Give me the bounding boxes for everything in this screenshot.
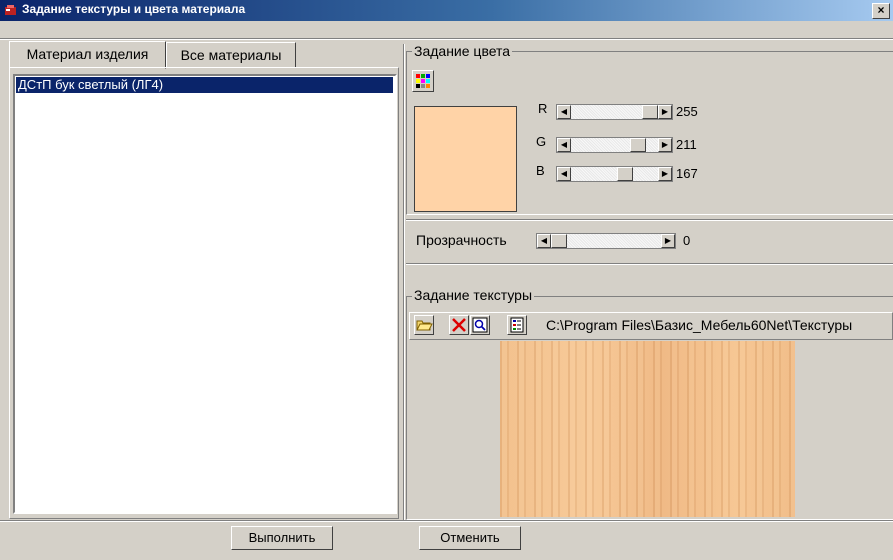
bottom-separator	[0, 520, 893, 522]
window-title: Задание текстуры и цвета материала	[22, 2, 246, 16]
channel-value-r: 255	[676, 104, 698, 119]
arrow-right-icon[interactable]: ▶	[658, 105, 672, 119]
preview-texture-button[interactable]	[470, 315, 490, 335]
slider-thumb[interactable]	[551, 234, 567, 248]
arrow-left-icon[interactable]: ◀	[557, 167, 571, 181]
tab-material-item[interactable]: Материал изделия	[9, 41, 166, 69]
tab-label: Все материалы	[180, 47, 282, 63]
arrow-left-icon[interactable]: ◀	[557, 138, 571, 152]
channel-label-b: B	[536, 163, 545, 178]
separator	[406, 263, 893, 265]
texture-path: C:\Program Files\Базис_Мебель60Net\Текст…	[546, 317, 853, 333]
cancel-button[interactable]: Отменить	[419, 526, 521, 550]
list-item[interactable]: ДСтП бук светлый (ЛГ4)	[16, 77, 393, 93]
arrow-left-icon[interactable]: ◀	[537, 234, 551, 248]
transparency-value: 0	[683, 233, 691, 248]
channel-value-g: 211	[676, 137, 697, 152]
transparency-slider[interactable]: ◀ ▶	[536, 233, 676, 249]
zoom-icon	[472, 317, 488, 333]
column-divider	[403, 44, 405, 520]
ok-button[interactable]: Выполнить	[231, 526, 333, 550]
open-texture-button[interactable]	[414, 315, 434, 335]
app-icon	[5, 5, 16, 15]
channel-slider-b[interactable]: ◀ ▶	[556, 166, 673, 182]
palette-icon	[416, 74, 430, 88]
texture-group-label: Задание текстуры	[412, 287, 535, 303]
slider-thumb[interactable]	[642, 105, 658, 119]
channel-value-b: 167	[676, 166, 698, 181]
close-icon: ×	[877, 3, 885, 17]
title-bar[interactable]: Задание текстуры и цвета материала ×	[0, 0, 893, 21]
tab-label: Материал изделия	[26, 46, 149, 62]
arrow-right-icon[interactable]: ▶	[661, 234, 675, 248]
arrow-left-icon[interactable]: ◀	[557, 105, 571, 119]
properties-icon	[510, 317, 524, 333]
tab-all-materials[interactable]: Все материалы	[166, 42, 296, 68]
channel-slider-g[interactable]: ◀ ▶	[556, 137, 673, 153]
transparency-label: Прозрачность	[416, 232, 507, 248]
texture-properties-button[interactable]	[507, 315, 527, 335]
folder-open-icon	[416, 320, 433, 331]
channel-slider-r[interactable]: ◀ ▶	[556, 104, 673, 120]
slider-thumb[interactable]	[630, 138, 646, 152]
arrow-right-icon[interactable]: ▶	[658, 167, 672, 181]
material-list[interactable]: ДСтП бук светлый (ЛГ4)	[13, 74, 397, 514]
color-swatch[interactable]	[414, 106, 517, 212]
palette-button[interactable]	[412, 70, 434, 92]
channel-label-r: R	[538, 101, 548, 116]
separator	[406, 219, 893, 221]
channel-label-g: G	[536, 134, 547, 149]
delete-icon	[452, 318, 466, 332]
delete-texture-button[interactable]	[449, 315, 469, 335]
top-separator	[0, 38, 893, 40]
slider-thumb[interactable]	[617, 167, 633, 181]
texture-preview	[500, 341, 795, 517]
arrow-right-icon[interactable]: ▶	[658, 138, 672, 152]
close-button[interactable]: ×	[872, 3, 890, 19]
color-group-label: Задание цвета	[412, 43, 513, 59]
